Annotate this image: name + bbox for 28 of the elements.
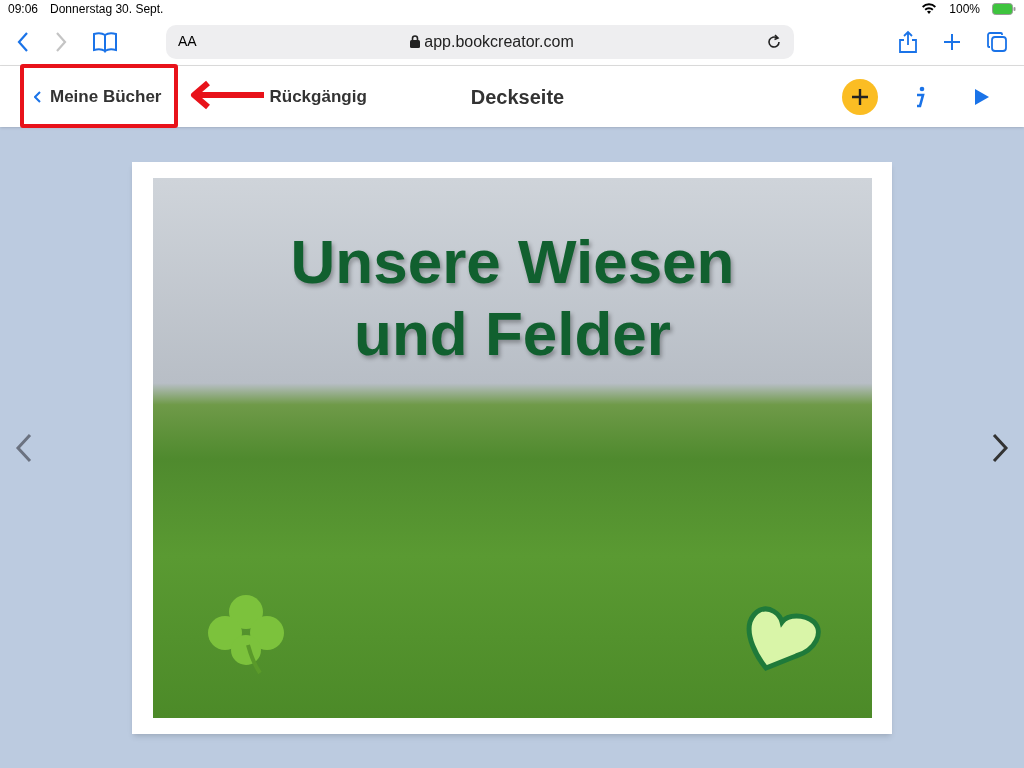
back-icon[interactable] [16,30,30,53]
lock-icon [410,35,421,48]
status-date: Donnerstag 30. Sept. [50,1,164,18]
add-button[interactable] [842,78,878,115]
plus-icon[interactable] [942,31,962,52]
play-icon[interactable] [974,87,990,106]
plus-icon [851,87,869,106]
battery-percent: 100% [949,1,980,18]
arrow-icon [188,80,264,110]
info-icon[interactable] [914,85,926,108]
tabs-icon[interactable] [986,30,1008,53]
heart-icon [746,605,822,672]
reload-icon[interactable] [766,33,782,50]
chevron-left-icon[interactable] [14,432,34,463]
wifi-icon [921,3,938,15]
battery-icon [992,3,1016,15]
address-field[interactable]: AA app.bookcreator.com [166,24,794,59]
cover-title-line: Unsere Wiesen [290,225,735,298]
chevron-left-icon [34,90,42,103]
share-icon[interactable] [898,29,918,54]
cover-title-line: und Felder [354,297,671,370]
undo-button[interactable]: Rückgängig [269,83,367,110]
page-title: Deckseite [470,84,565,110]
book-icon[interactable] [92,30,118,53]
chevron-right-icon[interactable] [990,432,1010,463]
status-time: 09:06 [8,1,39,18]
my-books-button[interactable]: Meine Bücher [34,83,162,110]
url-text: app.bookcreator.com [424,31,574,52]
